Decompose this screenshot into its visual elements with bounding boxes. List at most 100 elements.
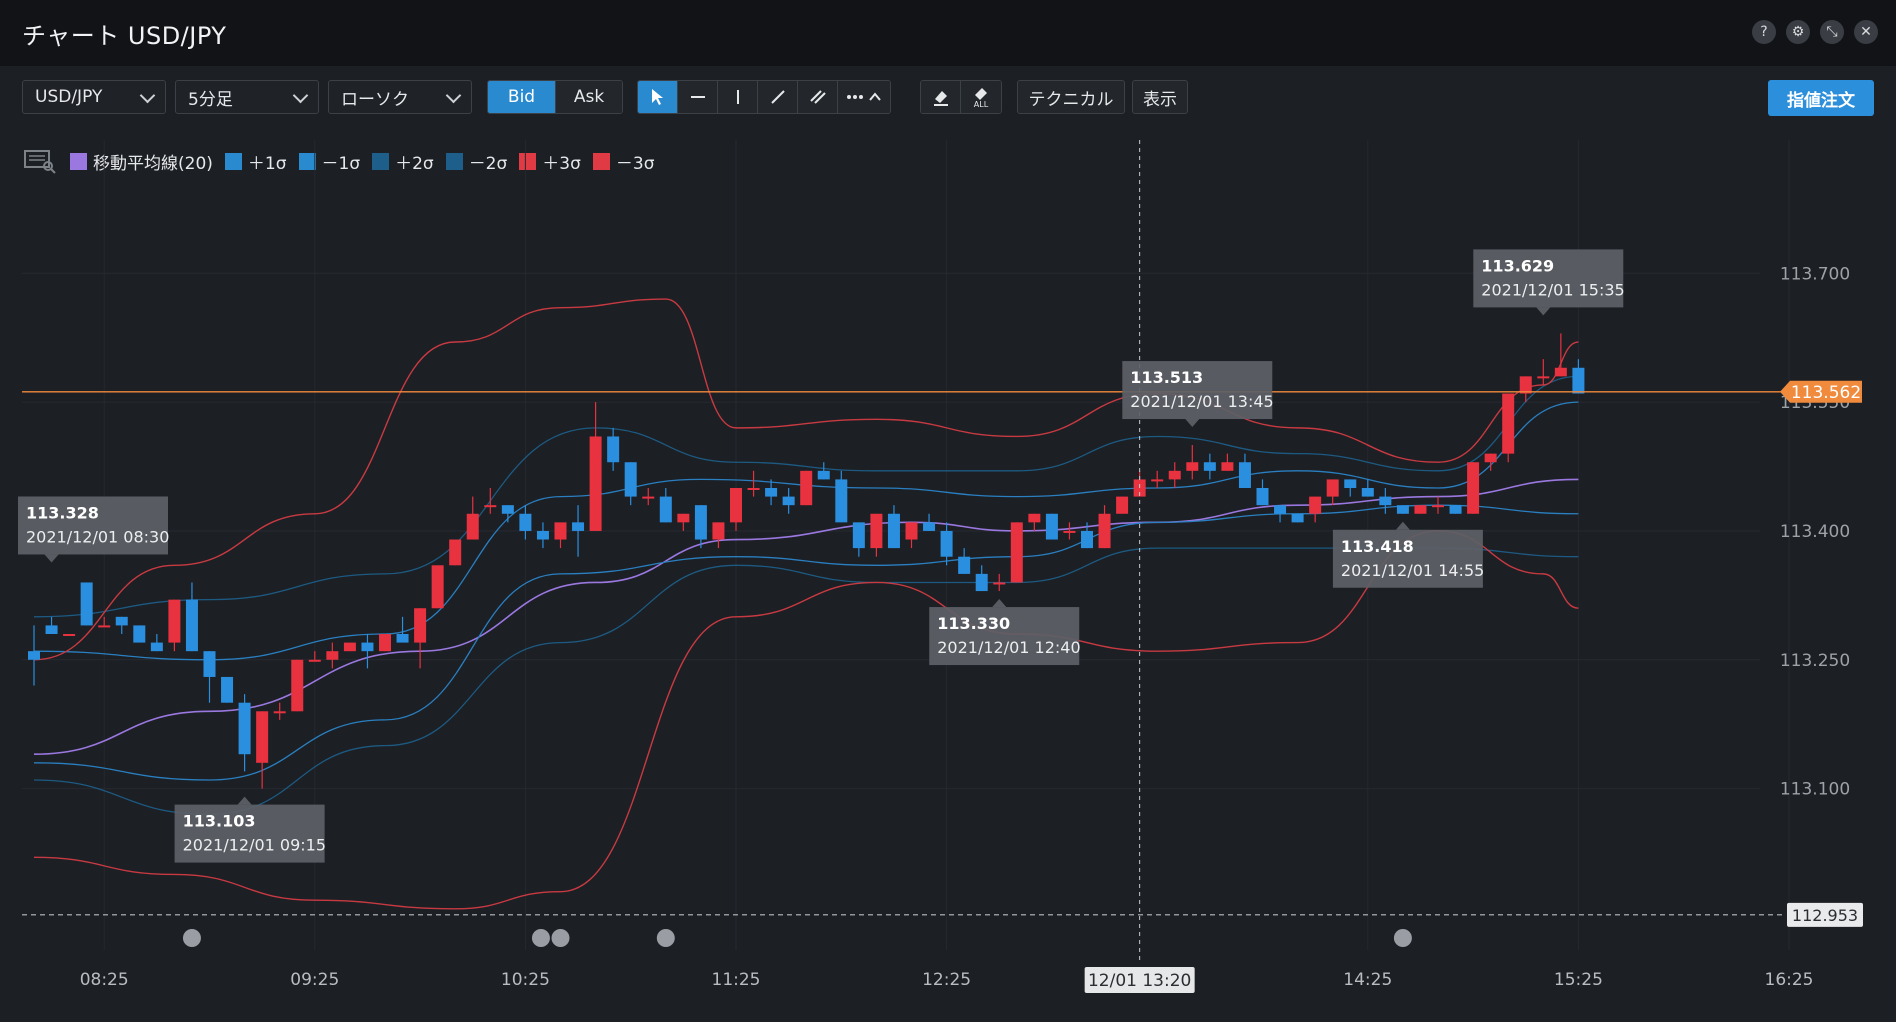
technical-button[interactable]: テクニカル: [1017, 80, 1125, 114]
candle-body: [1010, 522, 1023, 583]
cursor-icon[interactable]: [638, 81, 678, 113]
close-icon[interactable]: ✕: [1854, 20, 1878, 44]
parallel-lines-icon[interactable]: [798, 81, 838, 113]
candle-up: [466, 496, 479, 540]
chart-type-select[interactable]: ローソク: [328, 80, 472, 114]
gear-icon[interactable]: ⚙: [1786, 20, 1810, 44]
candle-body: [1203, 462, 1216, 471]
eraser-icon[interactable]: [921, 81, 961, 113]
vertical-line-icon[interactable]: [718, 81, 758, 113]
candle-down: [852, 522, 865, 557]
eraser-all-icon[interactable]: ALL: [961, 81, 1001, 113]
symbol-select[interactable]: USD/JPY: [22, 80, 166, 114]
candle-body: [975, 573, 988, 592]
candle-body: [800, 470, 813, 506]
candle-down: [396, 616, 409, 643]
x-tick-label: 09:25: [290, 970, 339, 990]
candle-down: [958, 548, 971, 574]
candle-body: [589, 436, 602, 531]
eraser-all-label: ALL: [973, 100, 989, 109]
callout-time: 2021/12/01 13:45: [1130, 392, 1273, 411]
candle-body: [1361, 488, 1374, 497]
candle-body: [519, 513, 532, 531]
candle-down: [536, 522, 549, 549]
trend-line-icon[interactable]: [758, 81, 798, 113]
candle-body: [1221, 462, 1234, 471]
candle-body: [256, 711, 269, 763]
price-chart[interactable]: 08:25 09:25 10:25 11:25 12:25 14:25 15:25 16:25…: [0, 130, 1896, 1022]
candle-up: [1326, 479, 1339, 506]
horizontal-line-icon[interactable]: [678, 81, 718, 113]
candle-body: [1467, 462, 1480, 514]
timeframe-select[interactable]: 5分足: [175, 80, 319, 114]
candle-up: [730, 488, 742, 531]
candle-body: [694, 505, 707, 540]
candle-body: [1063, 530, 1076, 533]
limit-order-button[interactable]: 指値注文: [1768, 80, 1874, 116]
candle-up: [677, 513, 690, 531]
bid-button[interactable]: Bid: [488, 81, 556, 113]
candle-down: [115, 616, 128, 634]
display-button[interactable]: 表示: [1132, 80, 1188, 114]
candle-body: [379, 634, 391, 652]
candle-body: [484, 505, 497, 508]
candle-up: [870, 513, 883, 557]
candle-body: [835, 479, 848, 523]
candle-body: [659, 496, 672, 523]
candle-body: [1502, 393, 1515, 454]
candle-up: [273, 702, 286, 720]
candle-body: [887, 513, 900, 549]
candle-up: [905, 522, 918, 549]
candle-up: [431, 565, 444, 609]
event-marker: [182, 929, 201, 947]
candle-body: [1537, 376, 1550, 379]
callout-pointer: [1395, 521, 1410, 530]
candle-body: [501, 505, 514, 514]
candle-body: [1432, 505, 1444, 508]
candle-body: [1186, 462, 1199, 471]
candle-down: [1238, 453, 1251, 488]
low-level-label: 112.953: [1792, 906, 1858, 925]
drawing-tools: [637, 80, 891, 114]
event-marker: [656, 929, 675, 947]
price-callout: 113.330 2021/12/01 12:40: [929, 599, 1081, 666]
candle-up: [1309, 496, 1322, 523]
candle-down: [150, 634, 163, 652]
candle-body: [45, 625, 58, 634]
candle-body: [326, 651, 339, 660]
callout-value: 113.328: [26, 503, 99, 522]
callout-pointer: [992, 599, 1007, 608]
ask-button[interactable]: Ask: [556, 81, 622, 113]
candle-up: [1537, 359, 1550, 385]
more-tools-icon[interactable]: [838, 81, 890, 113]
candle-body: [782, 496, 795, 506]
candle-body: [1309, 496, 1322, 514]
candle-body: [361, 642, 374, 652]
candle-body: [1045, 513, 1058, 540]
collapse-icon[interactable]: ⤡: [1820, 20, 1844, 44]
x-tick-label: 10:25: [501, 970, 550, 990]
candle-body: [1116, 496, 1129, 514]
candle-down: [817, 462, 830, 480]
candle-down: [940, 522, 953, 566]
candle-body: [1028, 513, 1041, 523]
candle-body: [1081, 530, 1093, 549]
candle-up: [291, 659, 304, 712]
price-callout: 113.513 2021/12/01 13:45: [1122, 361, 1274, 428]
candle-body: [940, 530, 953, 557]
candle-down: [835, 470, 848, 523]
callout-value: 113.103: [183, 812, 256, 831]
candle-body: [1291, 513, 1304, 523]
y-tick-label: 113.100: [1780, 780, 1850, 800]
candle-body: [150, 642, 163, 652]
candle-body: [221, 676, 234, 703]
help-icon[interactable]: ?: [1752, 20, 1776, 44]
candle-up: [1221, 453, 1234, 471]
chart-window: チャート USD/JPY ? ⚙ ⤡ ✕ USD/JPY 5分足 ローソク Bi…: [0, 0, 1896, 1022]
y-tick-label: 113.700: [1780, 264, 1850, 284]
candle-body: [554, 522, 567, 540]
candle-up: [1414, 505, 1427, 514]
candle-body: [1238, 462, 1251, 488]
callout-value: 113.629: [1481, 256, 1554, 275]
candle-body: [80, 582, 93, 626]
